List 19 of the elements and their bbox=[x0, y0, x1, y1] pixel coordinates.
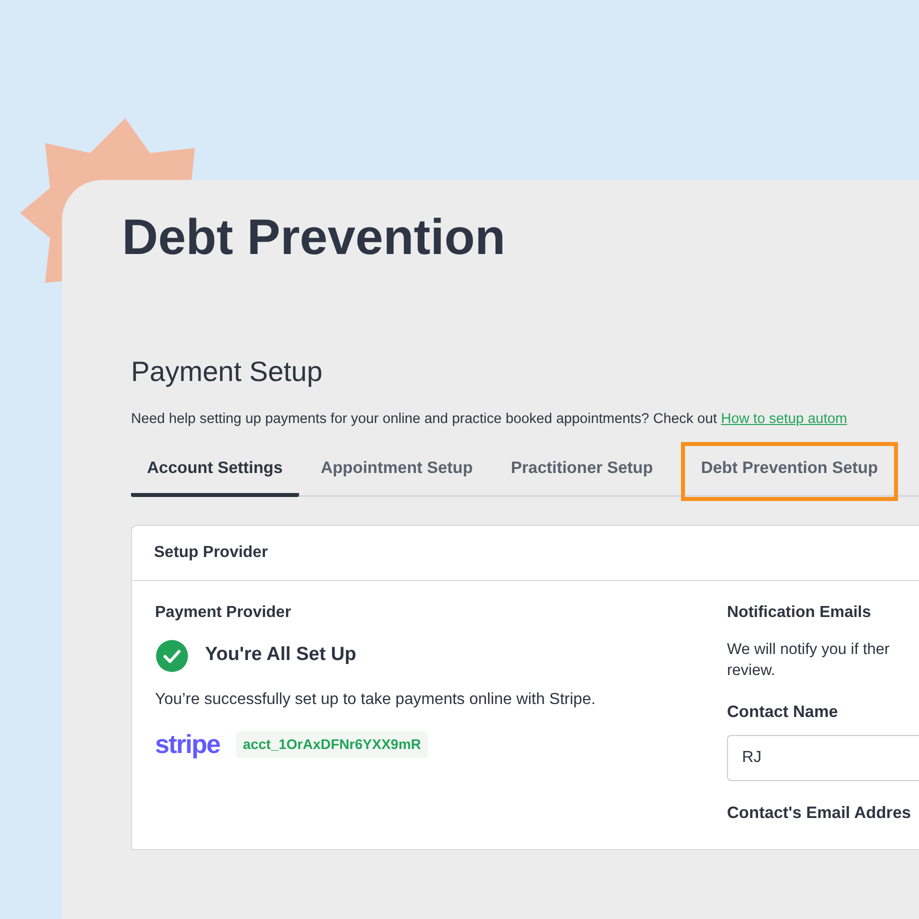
contact-name-field[interactable]: RJ bbox=[727, 734, 919, 781]
help-text: Need help setting up payments for your online and practice booked appointments? Check out How to setup autom bbox=[131, 410, 848, 429]
email-label: Contact's Email Addres bbox=[727, 802, 912, 824]
tab[interactable]: Practitioner Setup bbox=[494, 446, 669, 497]
tab[interactable]: Appointment Setup bbox=[304, 446, 489, 497]
notification-emails-heading: Notification Emails bbox=[727, 602, 872, 623]
provider-description: You’re successfully set up to take payments online with Stripe. bbox=[155, 690, 597, 710]
help-link[interactable]: How to setup autom bbox=[720, 410, 848, 427]
check-circle-icon bbox=[155, 638, 189, 673]
notification-description: We will notify you if ther review. bbox=[727, 640, 891, 682]
card-header: Setup Provider bbox=[132, 526, 919, 581]
stripe-logo: stripe bbox=[155, 728, 220, 762]
account-id: acct_1OrAxDFNr6YXX9mR bbox=[236, 731, 428, 758]
status-text: You're All Set Up bbox=[205, 643, 356, 668]
page-title: Debt Prevention bbox=[122, 210, 506, 265]
contact-name-label: Contact Name bbox=[727, 702, 839, 724]
section-title: Payment Setup bbox=[131, 355, 324, 389]
tab[interactable]: Account Settings bbox=[131, 446, 299, 497]
payment-provider-heading: Payment Provider bbox=[155, 602, 292, 623]
